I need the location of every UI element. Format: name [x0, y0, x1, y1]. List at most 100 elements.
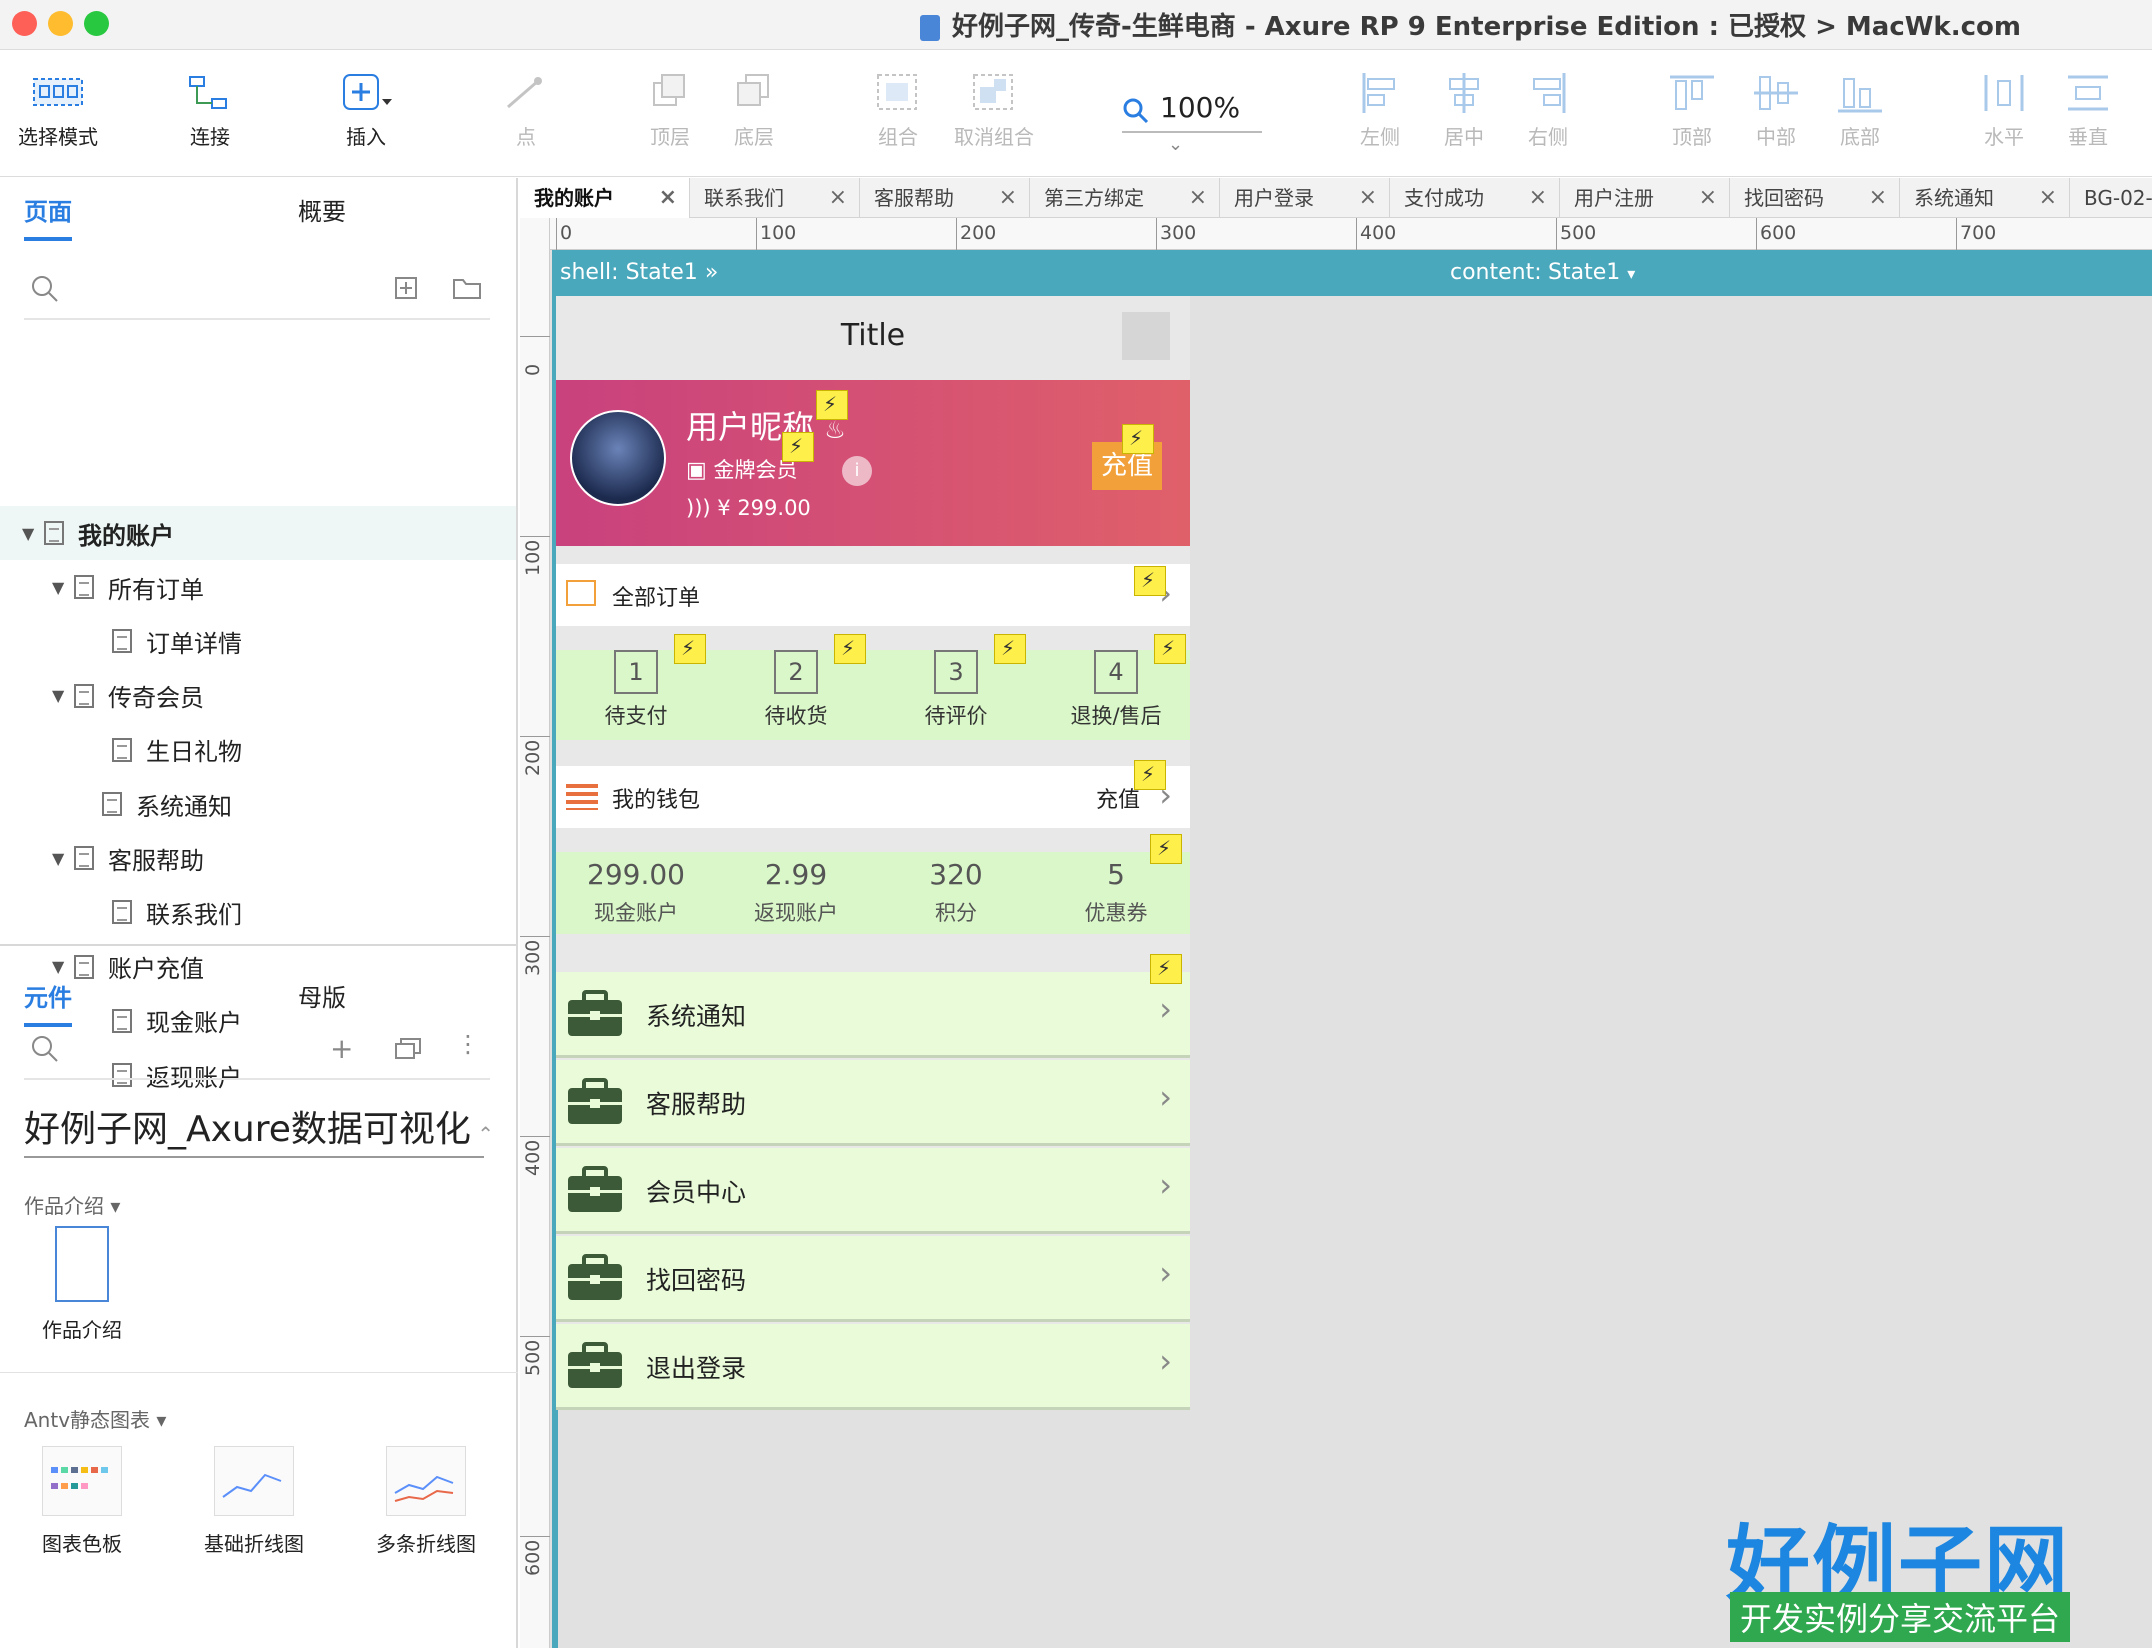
menu-item[interactable]: 退出登录 ›	[556, 1324, 1190, 1410]
page-icon	[74, 846, 94, 871]
orders-header[interactable]: 全部订单 ›	[556, 564, 1190, 626]
add-library-icon[interactable]: +	[330, 1032, 353, 1065]
tab-page[interactable]: 客服帮助 ×	[860, 178, 1030, 218]
align-middle-button[interactable]: 中部	[1748, 69, 1804, 150]
search-icon[interactable]	[30, 274, 60, 310]
select-mode-button[interactable]: 选择模式	[18, 69, 98, 150]
menu-item[interactable]: 找回密码 ›	[556, 1236, 1190, 1322]
top-layer-button[interactable]: 顶层	[642, 69, 698, 150]
close-tab-icon[interactable]: ×	[829, 178, 847, 218]
avatar[interactable]	[570, 410, 666, 506]
page-tree-item[interactable]: 系统通知	[0, 777, 516, 831]
close-tab-icon[interactable]: ×	[1359, 178, 1377, 218]
point-button[interactable]: 点	[498, 69, 554, 150]
expand-arrow-icon[interactable]: ▼	[52, 578, 74, 597]
menu-item[interactable]: 客服帮助 ›	[556, 1060, 1190, 1146]
add-folder-icon[interactable]	[452, 276, 482, 306]
ungroup-button[interactable]: 取消组合	[954, 69, 1034, 150]
tab-page[interactable]: 系统通知 ×	[1900, 178, 2070, 218]
expand-arrow-icon[interactable]: ▼	[52, 686, 74, 705]
tab-page[interactable]: 支付成功 ×	[1390, 178, 1560, 218]
expand-arrow-icon[interactable]: ▼	[22, 524, 44, 543]
align-top-button[interactable]: 顶部	[1664, 69, 1720, 150]
widget-chart-palette[interactable]: 图表色板	[12, 1446, 152, 1557]
page-tree-item[interactable]: ▼ 所有订单	[0, 560, 516, 614]
tab-outline[interactable]: 概要	[298, 192, 346, 227]
info-icon[interactable]: i	[842, 456, 872, 486]
chevron-updown-icon: ⌃	[470, 1122, 495, 1146]
expand-arrow-icon[interactable]: ▼	[52, 849, 74, 868]
search-icon[interactable]	[30, 1034, 60, 1070]
group-button[interactable]: 组合	[870, 69, 926, 150]
tab-label: 联系我们	[704, 186, 784, 210]
page-tree-item[interactable]: ▼ 客服帮助	[0, 831, 516, 885]
page-tree-item[interactable]: 生日礼物	[0, 723, 516, 777]
add-page-icon[interactable]	[394, 276, 418, 306]
balance: ))) ¥ 299.00	[686, 496, 811, 520]
close-tab-icon[interactable]: ×	[1189, 178, 1207, 218]
widget-multi-line-chart[interactable]: 多条折线图	[356, 1446, 496, 1557]
more-options-icon[interactable]: ⋮	[456, 1030, 480, 1058]
align-left-button[interactable]: 左侧	[1352, 69, 1408, 150]
section-antv-charts[interactable]: Antv静态图表 ▾	[24, 1404, 166, 1433]
close-tab-icon[interactable]: ×	[659, 178, 677, 218]
close-tab-icon[interactable]: ×	[2039, 178, 2057, 218]
insert-button[interactable]: 插入	[338, 69, 394, 150]
distribute-vertical-label: 垂直	[2068, 125, 2108, 149]
page-icon	[102, 792, 122, 816]
wallet-item[interactable]: 320 积分	[881, 858, 1031, 927]
widget-intro[interactable]: 作品介绍	[12, 1226, 152, 1343]
tab-page[interactable]: 找回密码 ×	[1730, 178, 1900, 218]
menu-item[interactable]: 系统通知 ›	[556, 972, 1190, 1058]
wallet-header[interactable]: 我的钱包 充值 ›	[556, 760, 1190, 828]
ruler-tick	[756, 218, 757, 250]
point-icon	[498, 69, 554, 117]
page-tree-item[interactable]: ▼ 我的账户	[0, 506, 516, 560]
pages-search-row	[24, 264, 490, 320]
close-tab-icon[interactable]: ×	[999, 178, 1017, 218]
tab-masters[interactable]: 母版	[298, 978, 346, 1013]
page-tree-item[interactable]: 订单详情	[0, 614, 516, 668]
content-state-selector[interactable]: State1 ▾	[1548, 260, 1635, 285]
wallet-item[interactable]: 2.99 返现账户	[721, 858, 871, 927]
ruler-label: 0	[522, 363, 544, 376]
close-tab-icon[interactable]: ×	[1529, 178, 1547, 218]
order-status-label: 待收货	[764, 704, 828, 728]
tab-page[interactable]: 用户注册 ×	[1560, 178, 1730, 218]
section-intro[interactable]: 作品介绍 ▾	[24, 1190, 120, 1219]
tab-page[interactable]: 用户登录 ×	[1220, 178, 1390, 218]
minimize-window-button[interactable]	[48, 11, 73, 36]
bottom-layer-button[interactable]: 底层	[726, 69, 782, 150]
ruler-tick	[520, 1336, 550, 1337]
tab-page[interactable]: BG-02-b	[2070, 178, 2152, 218]
tab-widgets[interactable]: 元件	[24, 978, 72, 1027]
copy-icon[interactable]	[394, 1036, 422, 1066]
tab-page[interactable]: 联系我们 ×	[690, 178, 860, 218]
close-tab-icon[interactable]: ×	[1869, 178, 1887, 218]
close-window-button[interactable]	[12, 11, 37, 36]
align-right-button[interactable]: 右侧	[1520, 69, 1576, 150]
connect-button[interactable]: 连接	[182, 69, 238, 150]
tab-page[interactable]: 第三方绑定 ×	[1030, 178, 1220, 218]
ruler-label: 0	[560, 222, 573, 244]
close-tab-icon[interactable]: ×	[1699, 178, 1717, 218]
shell-state-selector[interactable]: shell: State1 »	[560, 260, 718, 285]
zoom-select[interactable]: 100% ⌄	[1122, 91, 1262, 155]
distribute-horizontal-button[interactable]: 水平	[1976, 69, 2032, 150]
library-select[interactable]: 好例子网_Axure数据可视化 ⌃	[24, 1100, 494, 1158]
page-tree-item[interactable]: ▼ 传奇会员	[0, 669, 516, 723]
page-tree-item[interactable]: 联系我们	[0, 885, 516, 939]
wallet-item[interactable]: 299.00 现金账户	[561, 858, 711, 927]
widget-basic-line-chart[interactable]: 基础折线图	[184, 1446, 324, 1557]
interaction-flag-icon	[782, 432, 814, 462]
tab-pages[interactable]: 页面	[24, 192, 72, 241]
wallet-item[interactable]: 5 优惠券	[1041, 858, 1191, 927]
maximize-window-button[interactable]	[84, 11, 109, 36]
align-center-button[interactable]: 居中	[1436, 69, 1492, 150]
menu-item[interactable]: 会员中心 ›	[556, 1148, 1190, 1234]
distribute-vertical-button[interactable]: 垂直	[2060, 69, 2116, 150]
zoom-search-icon	[1122, 97, 1150, 132]
tab-active-page[interactable]: 我的账户 ×	[520, 178, 690, 218]
ruler-label: 600	[522, 1539, 544, 1576]
align-bottom-button[interactable]: 底部	[1832, 69, 1888, 150]
